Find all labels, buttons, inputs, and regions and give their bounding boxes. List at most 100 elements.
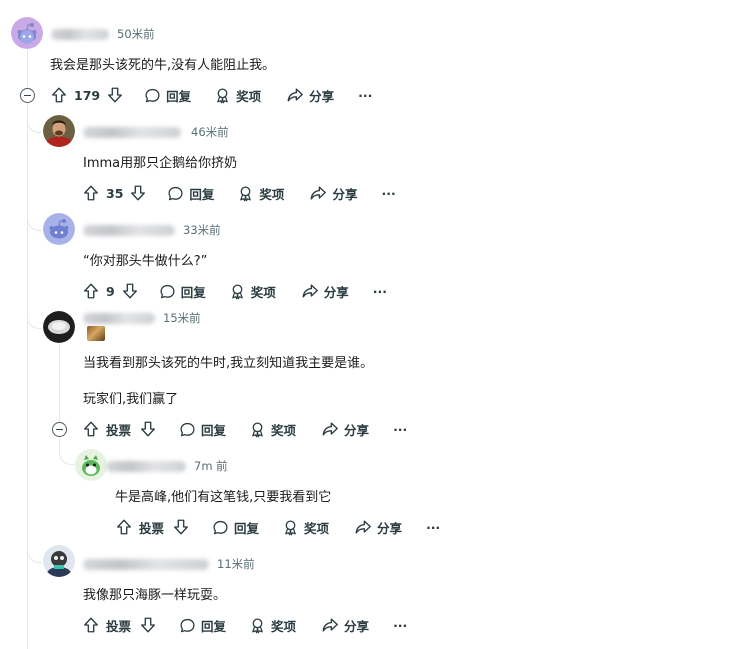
reply-label: 回复 xyxy=(180,284,206,300)
share-arrow-icon xyxy=(321,420,339,438)
avatar[interactable] xyxy=(43,311,75,343)
speech-bubble-icon xyxy=(167,185,184,202)
share-label: 分享 xyxy=(377,520,403,536)
arrow-down-icon[interactable] xyxy=(139,420,157,438)
award-ribbon-icon xyxy=(229,283,246,300)
action-row: 投票 回复 奖项 分享 ··· xyxy=(82,419,407,439)
share-button[interactable]: 分享 xyxy=(309,184,357,203)
action-row: 投票 回复 奖项 分享 ··· xyxy=(115,517,440,537)
arrow-up-icon[interactable] xyxy=(82,282,100,300)
award-ribbon-icon xyxy=(214,87,231,104)
more-options-button[interactable]: ··· xyxy=(393,618,407,633)
arrow-up-icon[interactable] xyxy=(82,420,100,438)
arrow-down-icon[interactable] xyxy=(129,184,147,202)
timestamp: 15米前 xyxy=(163,311,201,325)
arrow-down-icon[interactable] xyxy=(172,518,190,536)
minus-circle-icon[interactable] xyxy=(20,88,35,103)
username-blurred[interactable] xyxy=(51,28,109,40)
comment-text: Imma用那只企鹅给你挤奶 xyxy=(83,156,238,171)
username-blurred[interactable] xyxy=(83,312,155,324)
more-options-button[interactable]: ··· xyxy=(426,520,440,535)
reply-button[interactable]: 回复 xyxy=(179,616,226,635)
speech-bubble-icon xyxy=(159,283,176,300)
award-label: 奖项 xyxy=(236,88,262,104)
award-button[interactable]: 奖项 xyxy=(249,420,296,439)
share-label: 分享 xyxy=(344,422,370,438)
comment-meta: 50米前 xyxy=(51,23,155,45)
more-options-button[interactable]: ··· xyxy=(381,186,395,201)
share-button[interactable]: 分享 xyxy=(321,616,369,635)
vote-count: 179 xyxy=(74,87,101,103)
award-button[interactable]: 奖项 xyxy=(237,184,284,203)
user-flair-image xyxy=(87,326,105,341)
vote-count: 35 xyxy=(106,185,124,201)
share-button[interactable]: 分享 xyxy=(286,86,334,105)
share-label: 分享 xyxy=(323,284,349,300)
more-options-button[interactable]: ··· xyxy=(373,284,387,299)
comment-meta: 46米前 xyxy=(83,121,229,143)
more-options-button[interactable]: ··· xyxy=(358,88,372,103)
comment-text: 我会是那头该死的牛,没有人能阻止我。 xyxy=(50,58,276,73)
thread-branch xyxy=(27,542,42,563)
avatar[interactable] xyxy=(43,213,75,245)
award-ribbon-icon xyxy=(249,617,266,634)
award-button[interactable]: 奖项 xyxy=(249,616,296,635)
award-label: 奖项 xyxy=(271,618,297,634)
avatar[interactable] xyxy=(43,115,75,147)
arrow-up-icon[interactable] xyxy=(115,518,133,536)
share-arrow-icon xyxy=(301,282,319,300)
award-ribbon-icon xyxy=(249,421,266,438)
share-arrow-icon xyxy=(354,518,372,536)
arrow-up-icon[interactable] xyxy=(82,184,100,202)
comment-meta: 7m 前 xyxy=(106,455,228,477)
reply-button[interactable]: 回复 xyxy=(159,282,206,301)
award-button[interactable]: 奖项 xyxy=(229,282,276,301)
award-button[interactable]: 奖项 xyxy=(282,518,329,537)
timestamp: 50米前 xyxy=(117,27,155,41)
thread-line-root xyxy=(27,50,28,649)
reply-button[interactable]: 回复 xyxy=(179,420,226,439)
avatar[interactable] xyxy=(75,449,107,481)
arrow-up-icon[interactable] xyxy=(50,86,68,104)
username-blurred[interactable] xyxy=(106,460,186,472)
reply-label: 回复 xyxy=(201,422,227,438)
share-button[interactable]: 分享 xyxy=(354,518,402,537)
action-row: 9 回复 奖项 分享 ··· xyxy=(82,281,387,301)
arrow-down-icon[interactable] xyxy=(139,616,157,634)
reply-button[interactable]: 回复 xyxy=(167,184,214,203)
avatar[interactable] xyxy=(11,17,43,49)
speech-bubble-icon xyxy=(144,87,161,104)
vote-label: 投票 xyxy=(106,618,132,634)
reply-label: 回复 xyxy=(201,618,227,634)
award-label: 奖项 xyxy=(259,186,285,202)
arrow-down-icon[interactable] xyxy=(121,282,139,300)
more-options-button[interactable]: ··· xyxy=(393,422,407,437)
reply-button[interactable]: 回复 xyxy=(212,518,259,537)
share-button[interactable]: 分享 xyxy=(301,282,349,301)
timestamp: 46米前 xyxy=(191,125,229,139)
arrow-up-icon[interactable] xyxy=(82,616,100,634)
thread-branch xyxy=(27,112,42,133)
award-ribbon-icon xyxy=(237,185,254,202)
comment-text: 当我看到那头该死的牛时,我立刻知道我主要是谁。 xyxy=(83,356,374,371)
avatar[interactable] xyxy=(43,545,75,577)
award-label: 奖项 xyxy=(271,422,297,438)
award-button[interactable]: 奖项 xyxy=(214,86,261,105)
speech-bubble-icon xyxy=(212,519,229,536)
comment-meta: 33米前 xyxy=(83,219,221,241)
username-blurred[interactable] xyxy=(83,224,175,236)
share-arrow-icon xyxy=(286,86,304,104)
reply-button[interactable]: 回复 xyxy=(144,86,191,105)
share-button[interactable]: 分享 xyxy=(321,420,369,439)
share-label: 分享 xyxy=(344,618,370,634)
comment-text: 牛是高峰,他们有这笔钱,只要我看到它 xyxy=(115,490,332,505)
reply-label: 回复 xyxy=(234,520,260,536)
award-label: 奖项 xyxy=(304,520,330,536)
minus-circle-icon[interactable] xyxy=(52,422,67,437)
vote-count: 9 xyxy=(106,283,115,299)
username-blurred[interactable] xyxy=(83,558,209,570)
comment-text-line-2: 玩家们,我们赢了 xyxy=(83,392,179,407)
share-arrow-icon xyxy=(321,616,339,634)
arrow-down-icon[interactable] xyxy=(106,86,124,104)
username-blurred[interactable] xyxy=(83,126,181,138)
